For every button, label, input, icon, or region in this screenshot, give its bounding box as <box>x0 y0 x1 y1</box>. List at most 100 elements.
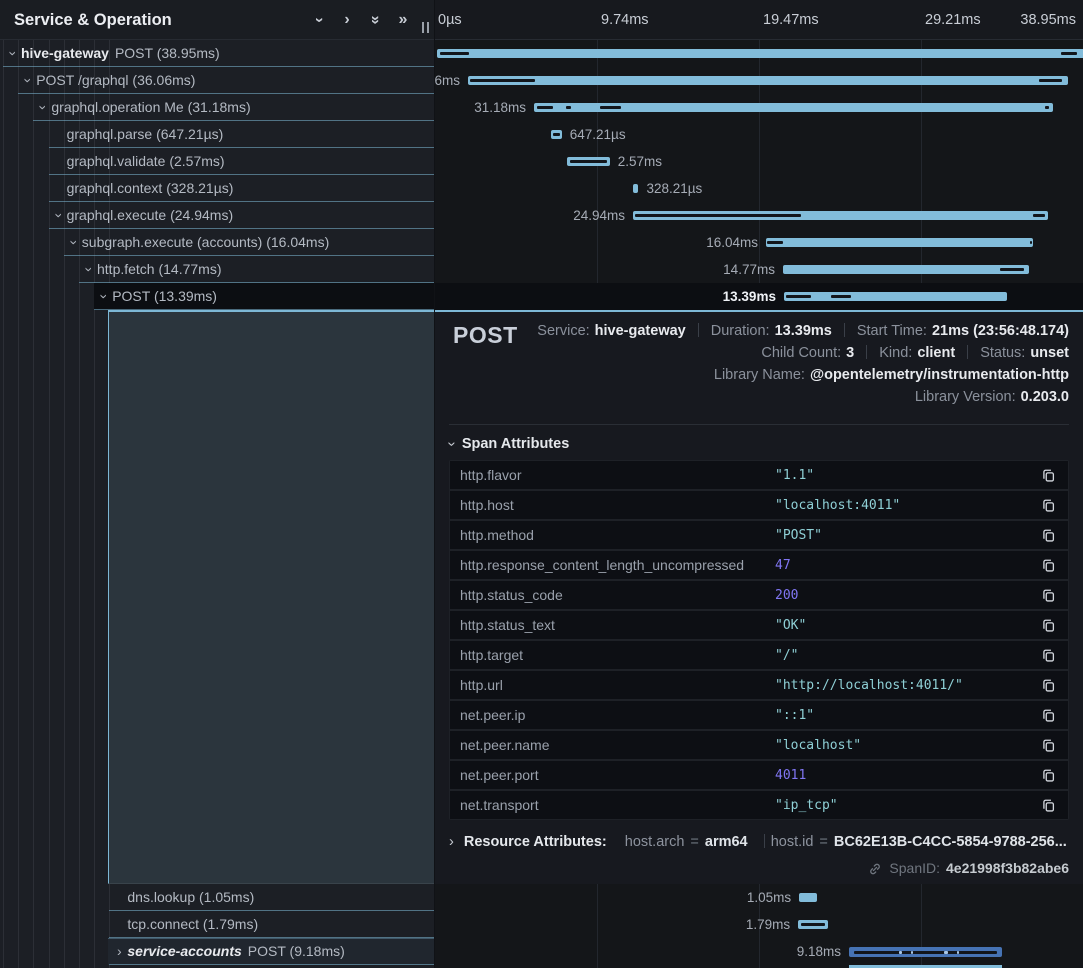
timeline-row[interactable]: 9.18ms <box>435 938 1083 965</box>
double-chevron-right-icon[interactable]: » <box>393 8 413 32</box>
copy-button[interactable] <box>1038 645 1058 665</box>
span-tree-row[interactable]: graphql.context (328.21µs) <box>0 175 435 202</box>
span-label: graphql.execute (24.94ms) <box>67 202 234 229</box>
span-tree-row[interactable]: tcp.connect (1.79ms) <box>0 911 435 938</box>
attr-row: http.target"/" <box>450 641 1068 669</box>
meta-value: client <box>917 345 955 361</box>
resource-key: host.id <box>771 834 814 850</box>
span-label: POST (13.39ms) <box>112 283 217 310</box>
span-tree-row[interactable]: ›POST (13.39ms) <box>0 283 435 310</box>
span-bar[interactable] <box>799 893 816 902</box>
divider <box>844 323 845 337</box>
duration-label: 1.05ms <box>747 884 791 911</box>
copy-button[interactable] <box>1038 615 1058 635</box>
span-tree-row[interactable]: ›POST /graphql (36.06ms) <box>0 67 435 94</box>
copy-button[interactable] <box>1038 705 1058 725</box>
span-id-label: SpanID: <box>889 860 940 876</box>
operation-name: graphql.context (328.21µs) <box>67 180 234 196</box>
attr-row: http.status_code200 <box>450 581 1068 609</box>
attr-key: http.status_text <box>460 617 775 633</box>
span-bar[interactable] <box>766 238 1033 247</box>
span-attributes-toggle[interactable]: ›Span Attributes <box>449 436 1069 452</box>
copy-button[interactable] <box>1038 735 1058 755</box>
span-bar[interactable] <box>633 211 1048 220</box>
attr-value: 47 <box>775 558 1038 573</box>
attr-row: net.transport"ip_tcp" <box>450 791 1068 819</box>
double-chevron-down-icon[interactable]: » <box>363 10 387 30</box>
span-bar[interactable] <box>567 157 610 166</box>
timeline-row[interactable]: 2.57ms <box>435 148 1083 175</box>
copy-icon <box>1041 768 1056 783</box>
chevron-right-icon[interactable]: › <box>337 8 357 32</box>
equals-sign: = <box>690 834 698 850</box>
span-label: graphql.context (328.21µs) <box>67 175 234 202</box>
child-span-mark <box>899 951 902 954</box>
timeline-row[interactable]: 647.21µs <box>435 121 1083 148</box>
timeline-header: 0µs 9.74ms 19.47ms 29.21ms 38.95ms <box>435 0 1083 40</box>
divider <box>698 323 699 337</box>
timeline-row[interactable]: 36.06ms <box>435 67 1083 94</box>
span-tree-row[interactable]: ›http.fetch (14.77ms) <box>0 256 435 283</box>
timeline-row[interactable]: 14.77ms <box>435 256 1083 283</box>
span-tree-row[interactable]: ›graphql.operation Me (31.18ms) <box>0 94 435 121</box>
copy-icon <box>1041 498 1056 513</box>
meta-label: Child Count: <box>761 345 841 361</box>
child-span-mark <box>1039 79 1062 82</box>
span-tree-row[interactable]: graphql.parse (647.21µs) <box>0 121 435 148</box>
copy-button[interactable] <box>1038 495 1058 515</box>
timeline-row[interactable]: 328.21µs <box>435 175 1083 202</box>
meta-value: 3 <box>846 345 854 361</box>
timeline-row[interactable] <box>435 40 1083 67</box>
child-span-mark <box>854 951 998 954</box>
span-bar[interactable] <box>784 292 1007 301</box>
chevron-down-icon[interactable]: › <box>307 10 331 30</box>
panel-resize-handle[interactable] <box>421 22 431 34</box>
operation-name: graphql.execute (24.94ms) <box>67 207 234 223</box>
meta-label: Service: <box>537 323 589 339</box>
attr-value: 200 <box>775 588 1038 603</box>
span-bar[interactable] <box>798 920 828 929</box>
timeline-row[interactable]: 31.18ms <box>435 94 1083 121</box>
copy-button[interactable] <box>1038 525 1058 545</box>
child-span-mark <box>831 295 851 298</box>
span-tree-row[interactable]: ›hive-gatewayPOST (38.95ms) <box>0 40 435 67</box>
span-tree-row[interactable]: ›graphql.execute (24.94ms) <box>0 202 435 229</box>
span-bar[interactable] <box>437 49 1083 58</box>
span-bar[interactable] <box>849 947 1002 957</box>
copy-button[interactable] <box>1038 675 1058 695</box>
chevron-right-icon[interactable]: › <box>113 938 125 965</box>
attr-row: net.peer.ip"::1" <box>450 701 1068 729</box>
duration-label: 647.21µs <box>570 121 626 148</box>
copy-icon <box>1041 708 1056 723</box>
span-bar[interactable] <box>468 76 1068 85</box>
resource-attributes-row[interactable]: ›Resource Attributes: host.arch=arm64 ho… <box>449 834 1069 850</box>
span-bar[interactable] <box>551 130 562 139</box>
timeline-row[interactable]: 1.05ms <box>435 884 1083 911</box>
child-span-mark <box>553 133 561 136</box>
copy-button[interactable] <box>1038 555 1058 575</box>
span-tree-row[interactable]: dns.lookup (1.05ms) <box>0 884 435 911</box>
span-tree-row[interactable]: ›service-accountsPOST (9.18ms) <box>0 938 435 965</box>
timeline-row[interactable]: 24.94ms <box>435 202 1083 229</box>
timeline-row[interactable]: 13.39ms <box>435 283 1083 310</box>
tick-label: 19.47ms <box>763 0 819 40</box>
child-span-mark <box>635 214 801 217</box>
copy-icon <box>1041 738 1056 753</box>
span-meta-line: Library Version:0.203.0 <box>435 386 1069 408</box>
span-bar[interactable] <box>783 265 1029 274</box>
child-span-mark <box>1061 52 1077 55</box>
copy-button[interactable] <box>1038 585 1058 605</box>
meta-label: Status: <box>980 345 1025 361</box>
timeline-row[interactable]: 16.04ms <box>435 229 1083 256</box>
span-bar[interactable] <box>633 184 638 193</box>
span-tree-row[interactable]: graphql.validate (2.57ms) <box>0 148 435 175</box>
attr-key: net.transport <box>460 797 775 813</box>
child-span-mark <box>911 951 913 954</box>
copy-button[interactable] <box>1038 765 1058 785</box>
copy-button[interactable] <box>1038 465 1058 485</box>
meta-label: Kind: <box>879 345 912 361</box>
timeline-row[interactable]: 1.79ms <box>435 911 1083 938</box>
span-bar[interactable] <box>534 103 1053 112</box>
copy-button[interactable] <box>1038 795 1058 815</box>
span-tree-row[interactable]: ›subgraph.execute (accounts) (16.04ms) <box>0 229 435 256</box>
